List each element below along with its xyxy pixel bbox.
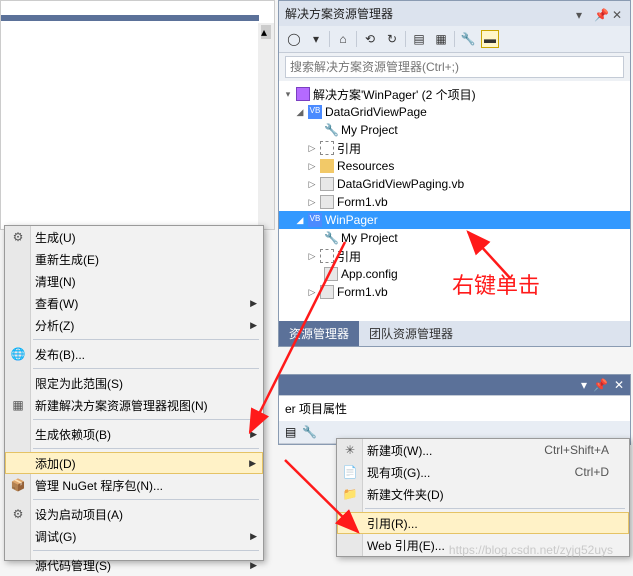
pin-icon[interactable]: 📌 <box>593 378 608 392</box>
dropdown-icon[interactable]: ▾ <box>581 378 587 392</box>
tree-item[interactable]: 🔧 My Project <box>279 121 630 139</box>
tree-project-node[interactable]: ◢ VB DataGridViewPage <box>279 103 630 121</box>
tree-project-node-selected[interactable]: ◢ VB WinPager <box>279 211 630 229</box>
menu-view[interactable]: 查看(W)▶ <box>5 292 263 314</box>
chevron-right-icon: ▶ <box>250 531 257 542</box>
chevron-right-icon: ▶ <box>250 560 257 571</box>
references-icon <box>320 141 334 155</box>
dropdown-icon[interactable]: ▾ <box>576 8 588 20</box>
nuget-icon: 📦 <box>10 477 26 493</box>
menu-build[interactable]: ⚙生成(U) <box>5 226 263 248</box>
globe-icon: 🌐 <box>10 346 26 362</box>
menu-rebuild[interactable]: 重新生成(E) <box>5 248 263 270</box>
config-file-icon <box>324 267 338 281</box>
newfolder-icon: 📁 <box>342 486 358 502</box>
search-container <box>279 53 630 81</box>
vb-project-icon: VB <box>308 105 322 119</box>
sync-icon[interactable]: ⟲ <box>361 30 379 48</box>
submenu-existingitem[interactable]: 📄现有项(G)...Ctrl+D <box>337 461 629 483</box>
pin-icon[interactable]: 📌 <box>594 8 606 20</box>
submenu-newitem[interactable]: ✳新建项(W)...Ctrl+Shift+A <box>337 439 629 461</box>
context-menu: ⚙生成(U) 重新生成(E) 清理(N) 查看(W)▶ 分析(Z)▶ 🌐发布(B… <box>4 225 264 561</box>
annotation-text: 右键单击 <box>452 268 540 300</box>
wrench-icon: 🔧 <box>324 231 338 245</box>
menu-builddeps[interactable]: 生成依赖项(B)▶ <box>5 423 263 445</box>
tree-item[interactable]: 🔧 My Project <box>279 229 630 247</box>
context-submenu-add: ✳新建项(W)...Ctrl+Shift+A 📄现有项(G)...Ctrl+D … <box>336 438 630 557</box>
tree-solution-node[interactable]: ▾ 解决方案'WinPager' (2 个项目) <box>279 85 630 103</box>
vb-file-icon <box>320 195 334 209</box>
menu-startup[interactable]: ⚙设为启动项目(A) <box>5 503 263 525</box>
gear-icon: ⚙ <box>10 506 26 522</box>
build-icon: ⚙ <box>10 229 26 245</box>
wrench-icon[interactable]: 🔧 <box>302 425 317 439</box>
chevron-right-icon: ▶ <box>250 298 257 309</box>
menu-analyze[interactable]: 分析(Z)▶ <box>5 314 263 336</box>
vb-project-icon: VB <box>308 213 322 227</box>
forward-icon[interactable]: ▾ <box>307 30 325 48</box>
properties-icon[interactable]: 🔧 <box>459 30 477 48</box>
menu-publish[interactable]: 🌐发布(B)... <box>5 343 263 365</box>
vertical-scrollbar[interactable]: ▴ <box>258 23 274 229</box>
chevron-right-icon: ▶ <box>250 429 257 440</box>
chevron-right-icon: ▶ <box>250 320 257 331</box>
tab-solution-explorer[interactable]: 资源管理器 <box>279 321 359 346</box>
refresh-icon[interactable]: ↻ <box>383 30 401 48</box>
newview-icon: ▦ <box>10 397 26 413</box>
chevron-right-icon: ▶ <box>249 458 256 469</box>
menu-debug[interactable]: 调试(G)▶ <box>5 525 263 547</box>
existing-icon: 📄 <box>342 464 358 480</box>
tree-item[interactable]: ▷ Form1.vb <box>279 193 630 211</box>
panel-tabs: 资源管理器 团队资源管理器 <box>279 321 630 346</box>
tree-item[interactable]: ▷ DataGridViewPaging.vb <box>279 175 630 193</box>
tree-item[interactable]: ▷ Resources <box>279 157 630 175</box>
panel-toolbar: ◯ ▾ ⌂ ⟲ ↻ ▤ ▦ 🔧 ▬ <box>279 26 630 53</box>
scroll-up-icon[interactable]: ▴ <box>261 25 271 39</box>
tree-item[interactable]: ▷ 引用 <box>279 139 630 157</box>
menu-newview[interactable]: ▦新建解决方案资源管理器视图(N) <box>5 394 263 416</box>
panel-title-text: 解决方案资源管理器 <box>285 5 393 22</box>
references-icon <box>320 249 334 263</box>
menu-add[interactable]: 添加(D)▶ <box>5 452 263 474</box>
panel-titlebar[interactable]: 解决方案资源管理器 ▾ 📌 ✕ <box>279 1 630 26</box>
editor-pane: ▴ <box>0 0 275 230</box>
collapse-icon[interactable]: ▤ <box>410 30 428 48</box>
newitem-icon: ✳ <box>342 442 358 458</box>
tab-team-explorer[interactable]: 团队资源管理器 <box>359 321 463 346</box>
close-icon[interactable]: ✕ <box>612 8 624 20</box>
menu-nuget[interactable]: 📦管理 NuGet 程序包(N)... <box>5 474 263 496</box>
close-icon[interactable]: ✕ <box>614 378 624 392</box>
vb-file-icon <box>320 177 334 191</box>
menu-clean[interactable]: 清理(N) <box>5 270 263 292</box>
submenu-reference[interactable]: 引用(R)... <box>337 512 629 534</box>
properties-panel: ▾ 📌 ✕ er 项目属性 ▤ 🔧 <box>278 374 631 445</box>
folder-icon <box>320 159 334 173</box>
editor-tab-strip <box>1 15 259 21</box>
solution-icon <box>296 87 310 101</box>
wrench-icon: 🔧 <box>324 123 338 137</box>
vb-file-icon <box>320 285 334 299</box>
menu-scm[interactable]: 源代码管理(S)▶ <box>5 554 263 576</box>
home-icon[interactable]: ⌂ <box>334 30 352 48</box>
watermark-text: https://blog.csdn.net/zyjq52uys <box>449 543 613 557</box>
showall-icon[interactable]: ▦ <box>432 30 450 48</box>
properties-header: er 项目属性 <box>279 395 630 421</box>
search-input[interactable] <box>285 56 624 78</box>
menu-scope[interactable]: 限定为此范围(S) <box>5 372 263 394</box>
submenu-newfolder[interactable]: 📁新建文件夹(D) <box>337 483 629 505</box>
back-icon[interactable]: ◯ <box>285 30 303 48</box>
preview-icon[interactable]: ▬ <box>481 30 499 48</box>
categorize-icon[interactable]: ▤ <box>285 425 296 439</box>
tree-item[interactable]: ▷ 引用 <box>279 247 630 265</box>
properties-titlebar[interactable]: ▾ 📌 ✕ <box>279 375 630 395</box>
